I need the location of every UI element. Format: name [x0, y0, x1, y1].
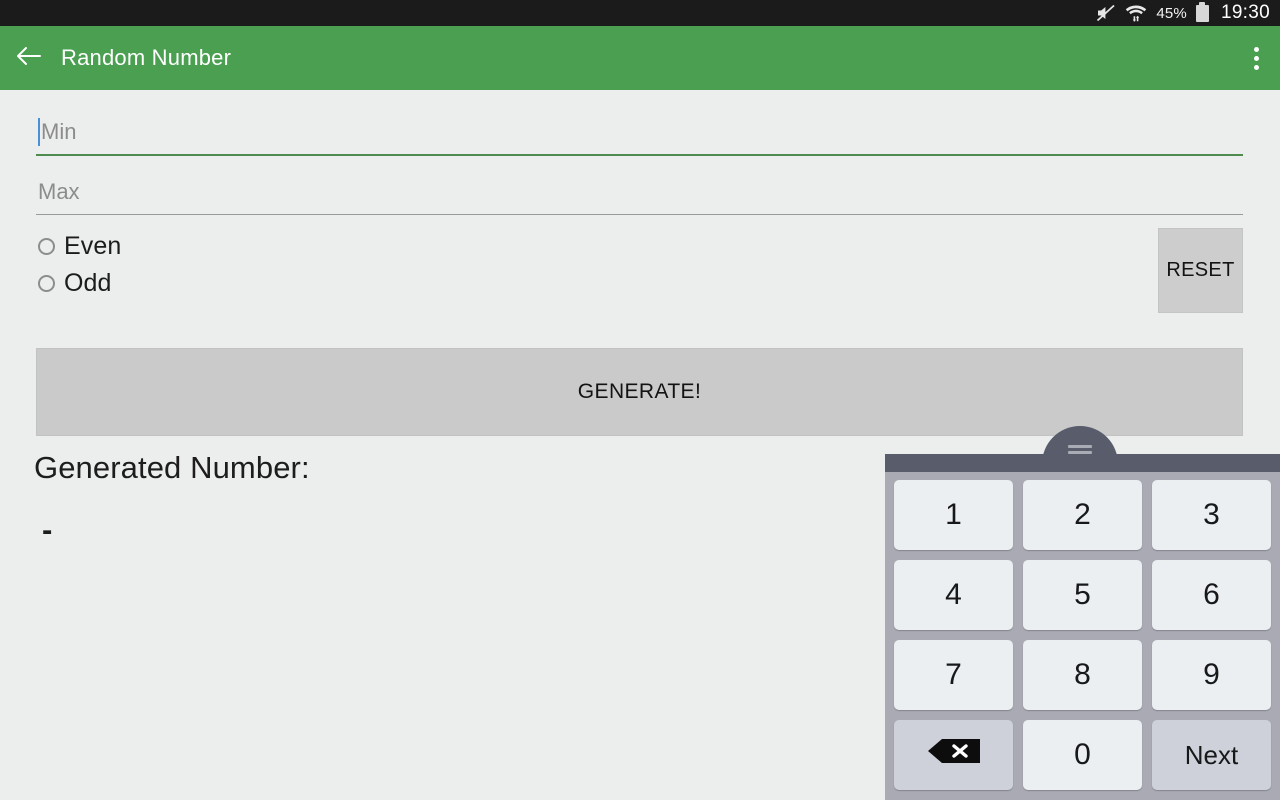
key-4[interactable]: 4: [894, 560, 1013, 630]
min-field[interactable]: Min: [36, 110, 1243, 156]
max-field-underline: [36, 214, 1243, 215]
keypad: 1 2 3 4 5 6 7 8 9 0 Next: [885, 472, 1280, 800]
key-0[interactable]: 0: [1023, 720, 1142, 790]
radio-label-even: Even: [64, 232, 122, 260]
app-screen: 45% 19:30 Random Number Min Max Even Odd…: [0, 0, 1280, 800]
key-3[interactable]: 3: [1152, 480, 1271, 550]
radio-option-even[interactable]: Even: [38, 228, 121, 265]
wifi-icon: [1125, 4, 1147, 22]
generate-button[interactable]: GENERATE!: [36, 348, 1243, 436]
key-backspace[interactable]: [894, 720, 1013, 790]
back-button[interactable]: [0, 26, 56, 90]
key-next[interactable]: Next: [1152, 720, 1271, 790]
status-clock: 19:30: [1220, 2, 1270, 23]
reset-button[interactable]: RESET: [1158, 228, 1243, 313]
app-bar: Random Number: [0, 26, 1280, 90]
overflow-menu-icon[interactable]: [1232, 26, 1280, 90]
min-field-underline: [36, 154, 1243, 156]
radio-option-odd[interactable]: Odd: [38, 265, 121, 302]
volume-mute-icon: [1096, 4, 1116, 22]
backspace-icon: [927, 738, 981, 772]
key-2[interactable]: 2: [1023, 480, 1142, 550]
arrow-back-icon: [15, 45, 41, 72]
radio-circle-icon[interactable]: [38, 238, 55, 255]
generated-number-label: Generated Number:: [34, 450, 310, 485]
max-field[interactable]: Max: [36, 170, 1243, 215]
key-7[interactable]: 7: [894, 640, 1013, 710]
page-title: Random Number: [61, 45, 232, 70]
battery-percent-label: 45%: [1156, 4, 1187, 22]
max-field-placeholder: Max: [38, 179, 80, 204]
radio-label-odd: Odd: [64, 269, 112, 297]
max-field-text[interactable]: Max: [36, 170, 1243, 214]
key-6[interactable]: 6: [1152, 560, 1271, 630]
key-9[interactable]: 9: [1152, 640, 1271, 710]
keyboard-topbar: [885, 454, 1280, 472]
key-1[interactable]: 1: [894, 480, 1013, 550]
battery-icon: [1195, 1, 1209, 22]
generated-number-value: -: [42, 512, 53, 547]
text-cursor: [38, 118, 40, 146]
status-bar: 45% 19:30: [0, 0, 1280, 26]
parity-radio-group: Even Odd: [38, 228, 121, 302]
min-field-placeholder: Min: [41, 119, 77, 144]
radio-circle-icon[interactable]: [38, 275, 55, 292]
key-5[interactable]: 5: [1023, 560, 1142, 630]
numeric-keyboard: 1 2 3 4 5 6 7 8 9 0 Next: [885, 454, 1280, 800]
key-8[interactable]: 8: [1023, 640, 1142, 710]
min-field-text[interactable]: Min: [36, 110, 1243, 154]
